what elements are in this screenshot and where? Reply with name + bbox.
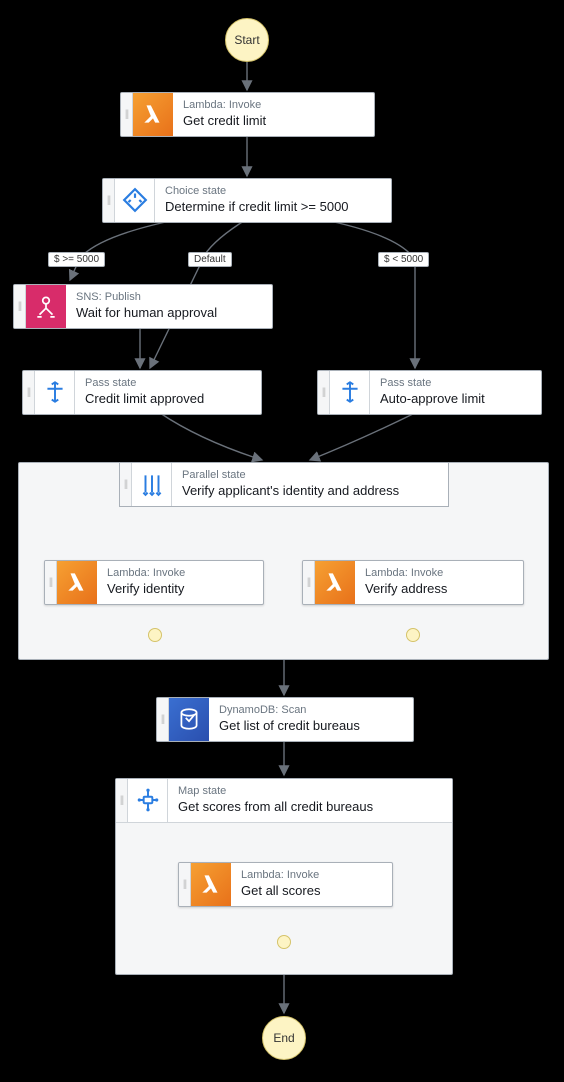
service-label: Map state — [178, 785, 442, 798]
edge-label-lt5000: $ < 5000 — [378, 252, 429, 267]
drag-handle[interactable] — [23, 371, 35, 414]
lambda-icon — [57, 561, 97, 604]
state-get-bureaus[interactable]: DynamoDB: Scan Get list of credit bureau… — [156, 697, 414, 742]
state-name: Get scores from all credit bureaus — [178, 799, 442, 815]
state-name: Wait for human approval — [76, 305, 262, 321]
lambda-icon — [191, 863, 231, 906]
service-label: Lambda: Invoke — [241, 869, 382, 882]
drag-handle[interactable] — [120, 463, 132, 506]
service-label: Lambda: Invoke — [107, 567, 253, 580]
start-label: Start — [234, 33, 259, 47]
state-name: Get list of credit bureaus — [219, 718, 403, 734]
drag-handle[interactable] — [14, 285, 26, 328]
service-label: DynamoDB: Scan — [219, 704, 403, 717]
state-get-credit-limit[interactable]: Lambda: Invoke Get credit limit — [120, 92, 375, 137]
state-get-all-scores[interactable]: Lambda: Invoke Get all scores — [178, 862, 393, 907]
state-credit-approved[interactable]: Pass state Credit limit approved — [22, 370, 262, 415]
drag-handle[interactable] — [121, 93, 133, 136]
drag-handle[interactable] — [45, 561, 57, 604]
edge-label-default: Default — [188, 252, 232, 267]
state-name: Get all scores — [241, 883, 382, 899]
service-label: Pass state — [380, 377, 531, 390]
drag-handle[interactable] — [303, 561, 315, 604]
drag-handle[interactable] — [103, 179, 115, 222]
state-wait-human[interactable]: SNS: Publish Wait for human approval — [13, 284, 273, 329]
drag-handle[interactable] — [116, 779, 128, 822]
state-name: Credit limit approved — [85, 391, 251, 407]
end-terminal: End — [262, 1016, 306, 1060]
lambda-icon — [133, 93, 173, 136]
branch-end-dot — [148, 628, 162, 642]
service-label: Lambda: Invoke — [183, 99, 364, 112]
branch-end-dot — [406, 628, 420, 642]
state-auto-approve[interactable]: Pass state Auto-approve limit — [317, 370, 542, 415]
service-label: Parallel state — [182, 469, 438, 482]
drag-handle[interactable] — [318, 371, 330, 414]
state-verify-address[interactable]: Lambda: Invoke Verify address — [302, 560, 524, 605]
edge-label-ge5000: $ >= 5000 — [48, 252, 105, 267]
state-name: Get credit limit — [183, 113, 364, 129]
sns-icon — [26, 285, 66, 328]
branch-end-dot — [277, 935, 291, 949]
state-choice-determine[interactable]: Choice state Determine if credit limit >… — [102, 178, 392, 223]
state-verify-identity[interactable]: Lambda: Invoke Verify identity — [44, 560, 264, 605]
state-name: Verify applicant's identity and address — [182, 483, 438, 499]
state-name: Auto-approve limit — [380, 391, 531, 407]
state-name: Determine if credit limit >= 5000 — [165, 199, 381, 215]
end-label: End — [273, 1031, 294, 1045]
parallel-icon — [132, 463, 172, 506]
choice-icon — [115, 179, 155, 222]
drag-handle[interactable] — [157, 698, 169, 741]
start-terminal: Start — [225, 18, 269, 62]
lambda-icon — [315, 561, 355, 604]
drag-handle[interactable] — [179, 863, 191, 906]
state-name: Verify identity — [107, 581, 253, 597]
map-icon — [128, 779, 168, 822]
service-label: Pass state — [85, 377, 251, 390]
service-label: Choice state — [165, 185, 381, 198]
service-label: SNS: Publish — [76, 291, 262, 304]
pass-icon — [330, 371, 370, 414]
service-label: Lambda: Invoke — [365, 567, 513, 580]
pass-icon — [35, 371, 75, 414]
state-name: Verify address — [365, 581, 513, 597]
dynamodb-icon — [169, 698, 209, 741]
